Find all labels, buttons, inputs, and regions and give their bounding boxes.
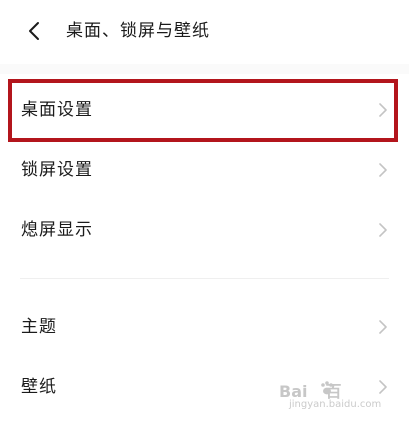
- highlight-annotation: [8, 79, 398, 142]
- page-title: 桌面、锁屏与壁纸: [66, 21, 210, 41]
- watermark: Bai 百 jingyan.baidu.com: [279, 378, 391, 414]
- header-divider: [0, 64, 409, 74]
- chevron-right-icon: [379, 223, 387, 237]
- settings-item-lockscreen[interactable]: 锁屏设置: [0, 140, 409, 200]
- settings-item-label: 壁纸: [21, 377, 57, 397]
- settings-item-theme[interactable]: 主题: [0, 297, 409, 357]
- settings-item-always-on-display[interactable]: 熄屏显示: [0, 200, 409, 260]
- chevron-right-icon: [379, 320, 387, 334]
- group-divider: [20, 278, 389, 279]
- settings-item-label: 锁屏设置: [21, 160, 93, 180]
- settings-screen: 桌面、锁屏与壁纸 桌面设置 锁屏设置 熄屏显示 主题 壁纸 Bai 百 jing…: [0, 0, 409, 426]
- header: 桌面、锁屏与壁纸: [0, 0, 409, 64]
- watermark-url: jingyan.baidu.com: [289, 399, 382, 410]
- chevron-left-icon[interactable]: [24, 20, 46, 42]
- settings-item-label: 主题: [21, 317, 57, 337]
- paw-icon: [321, 381, 333, 395]
- settings-item-label: 熄屏显示: [21, 220, 93, 240]
- chevron-right-icon: [379, 163, 387, 177]
